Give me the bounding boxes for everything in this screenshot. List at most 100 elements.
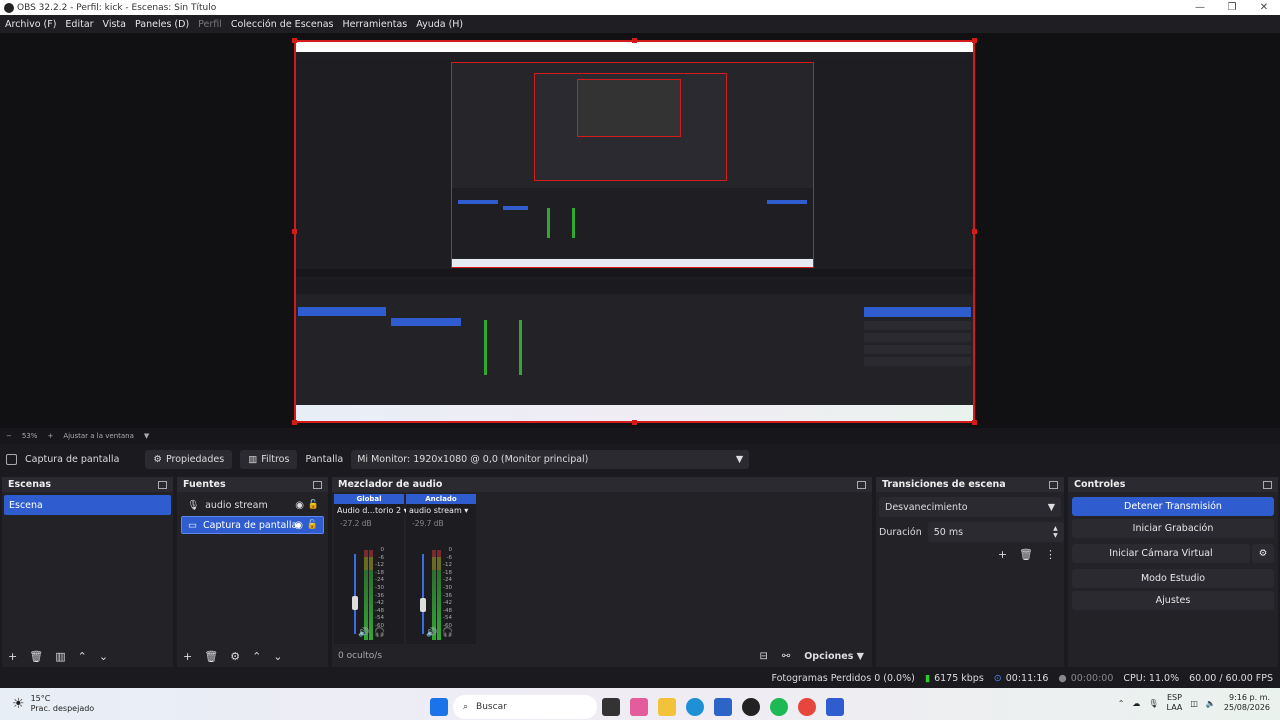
transition-value: Desvanecimiento bbox=[885, 501, 968, 513]
link-icon[interactable]: ⚯ bbox=[782, 651, 790, 662]
volume-icon[interactable]: 🔈 bbox=[1206, 699, 1216, 708]
channel-db: -27.2 dB bbox=[340, 519, 372, 528]
task-view-icon[interactable] bbox=[602, 698, 620, 716]
monitor-select[interactable]: Mi Monitor: 1920x1080 @ 0,0 (Monitor pri… bbox=[351, 449, 750, 469]
menu-edit[interactable]: Editar bbox=[65, 19, 93, 30]
headphones-icon[interactable]: 🎧 bbox=[374, 628, 385, 638]
taskbar-search[interactable]: ⌕ Buscar bbox=[453, 695, 597, 719]
chrome-icon[interactable] bbox=[798, 698, 816, 716]
move-down-icon[interactable]: ⌄ bbox=[273, 650, 282, 663]
channel-name[interactable]: Audio d...torio 2 ▾ bbox=[334, 504, 408, 517]
zoom-fit[interactable]: Ajustar a la ventana bbox=[63, 432, 134, 440]
preview-area[interactable] bbox=[0, 33, 1280, 428]
menu-help[interactable]: Ayuda (H) bbox=[416, 19, 463, 30]
menu-view[interactable]: Vista bbox=[103, 19, 126, 30]
menu-tools[interactable]: Herramientas bbox=[343, 19, 408, 30]
stop-stream-button[interactable]: Detener Transmisión bbox=[1072, 497, 1274, 516]
float-dock-icon[interactable] bbox=[857, 480, 866, 489]
onedrive-icon[interactable]: ☁ bbox=[1132, 699, 1140, 708]
volume-fader[interactable] bbox=[422, 554, 424, 634]
zoom-in-button[interactable]: + bbox=[47, 432, 53, 440]
system-tray: ⌃ ☁ 🎙 ESP LAA ◫ 🔈 9:16 p. m. 25/08/2026 bbox=[1118, 693, 1270, 713]
add-transition-icon[interactable]: + bbox=[998, 548, 1007, 561]
source-item-display[interactable]: ▭ Captura de pantalla ◉ 🔓 bbox=[181, 516, 324, 534]
virtual-camera-settings-button[interactable]: ⚙ bbox=[1252, 544, 1274, 563]
filter-icon[interactable]: ▥ bbox=[55, 650, 65, 663]
transition-select[interactable]: Desvanecimiento ▼ bbox=[879, 497, 1061, 517]
headphones-icon[interactable]: 🎧 bbox=[442, 628, 453, 638]
eye-icon[interactable]: ◉ bbox=[295, 500, 304, 511]
filters-button[interactable]: ▥ Filtros bbox=[240, 449, 298, 469]
menu-profile[interactable]: Perfil bbox=[198, 19, 222, 30]
trash-icon[interactable]: 🗑 bbox=[29, 650, 43, 663]
properties-button[interactable]: ⚙ Propiedades bbox=[145, 449, 233, 469]
float-dock-icon[interactable] bbox=[313, 480, 322, 489]
eye-icon[interactable]: ◉ bbox=[294, 520, 303, 531]
move-up-icon[interactable]: ⌃ bbox=[78, 650, 87, 663]
chevron-up-icon[interactable]: ⌃ bbox=[1118, 699, 1125, 708]
obs-app-icon[interactable] bbox=[742, 698, 760, 716]
source-item-audio[interactable]: 🎙 audio stream ◉ 🔓 bbox=[181, 496, 324, 514]
move-up-icon[interactable]: ⌃ bbox=[252, 650, 261, 663]
zoom-dropdown-icon[interactable]: ▼ bbox=[144, 432, 149, 440]
zoom-bar: − 53% + Ajustar a la ventana ▼ bbox=[0, 428, 1280, 444]
trash-icon[interactable]: 🗑 bbox=[204, 650, 218, 663]
fader-knob[interactable] bbox=[352, 596, 358, 610]
close-button[interactable]: ✕ bbox=[1248, 0, 1280, 15]
studio-mode-button[interactable]: Modo Estudio bbox=[1072, 569, 1274, 588]
windows-start-icon[interactable] bbox=[430, 698, 448, 716]
language-indicator[interactable]: ESP LAA bbox=[1167, 693, 1183, 713]
clock[interactable]: 9:16 p. m. 25/08/2026 bbox=[1224, 693, 1270, 713]
gear-icon[interactable]: ⚙ bbox=[230, 650, 240, 663]
volume-fader[interactable] bbox=[354, 554, 356, 634]
mixer-channel-1: Global Audio d...torio 2 ▾ -27.2 dB 0 -6-… bbox=[334, 494, 408, 644]
source-checkbox[interactable] bbox=[6, 453, 17, 465]
start-recording-button[interactable]: Iniciar Grabación bbox=[1072, 519, 1274, 538]
add-scene-icon[interactable]: + bbox=[8, 650, 17, 663]
virtual-camera-button[interactable]: Iniciar Cámara Virtual bbox=[1072, 544, 1250, 563]
microphone-icon[interactable]: 🎙 bbox=[1148, 699, 1158, 708]
speaker-icon[interactable]: 🔊 bbox=[358, 628, 369, 638]
maximize-button[interactable]: ❐ bbox=[1216, 0, 1248, 15]
preview-canvas[interactable] bbox=[294, 40, 975, 423]
menu-file[interactable]: Archivo (F) bbox=[5, 19, 56, 30]
minimize-button[interactable]: — bbox=[1184, 0, 1216, 15]
options-button[interactable]: Opciones ▼ bbox=[804, 651, 864, 662]
lock-icon[interactable]: 🔓 bbox=[307, 520, 318, 530]
edge-icon[interactable] bbox=[686, 698, 704, 716]
copilot-icon[interactable] bbox=[630, 698, 648, 716]
bitrate: 6175 kbps bbox=[934, 672, 984, 684]
search-label: Buscar bbox=[476, 702, 507, 712]
stream-time: 00:11:16 bbox=[1005, 672, 1049, 684]
controls-dock: Controles Detener Transmisión Iniciar Gr… bbox=[1068, 477, 1278, 667]
add-source-icon[interactable]: + bbox=[183, 650, 192, 663]
more-options-icon[interactable]: ⋮ bbox=[1045, 548, 1056, 561]
store-icon[interactable] bbox=[714, 698, 732, 716]
speaker-icon[interactable]: 🔊 bbox=[426, 628, 437, 638]
record-time: 00:00:00 bbox=[1070, 672, 1114, 684]
move-down-icon[interactable]: ⌄ bbox=[99, 650, 108, 663]
fader-knob[interactable] bbox=[420, 598, 426, 612]
weather-widget[interactable]: ☀ 15°C Prac. despejado bbox=[0, 694, 200, 714]
network-icon[interactable]: ◫ bbox=[1190, 699, 1198, 708]
level-meter bbox=[364, 550, 368, 640]
app-icon[interactable] bbox=[826, 698, 844, 716]
duration-input[interactable]: 50 ms ▲ ▼ bbox=[927, 522, 1064, 542]
layout-icon[interactable]: ⊟ bbox=[759, 651, 767, 662]
float-dock-icon[interactable] bbox=[158, 480, 167, 489]
float-dock-icon[interactable] bbox=[1049, 480, 1058, 489]
float-dock-icon[interactable] bbox=[1263, 480, 1272, 489]
menu-docks[interactable]: Paneles (D) bbox=[135, 19, 189, 30]
channel-name[interactable]: audio stream ▾ bbox=[406, 504, 476, 517]
chevron-down-icon: ▼ bbox=[1047, 501, 1055, 513]
spotify-icon[interactable] bbox=[770, 698, 788, 716]
lock-icon[interactable]: 🔓 bbox=[308, 500, 319, 510]
spinner-icon[interactable]: ▲ ▼ bbox=[1053, 525, 1058, 539]
file-explorer-icon[interactable] bbox=[658, 698, 676, 716]
channel-tag: Anclado bbox=[406, 494, 476, 504]
trash-icon[interactable]: 🗑 bbox=[1019, 548, 1033, 561]
settings-button[interactable]: Ajustes bbox=[1072, 591, 1274, 610]
zoom-out-button[interactable]: − bbox=[6, 432, 12, 440]
scene-item[interactable]: Escena bbox=[4, 495, 171, 515]
menu-scene-collection[interactable]: Colección de Escenas bbox=[231, 19, 334, 30]
